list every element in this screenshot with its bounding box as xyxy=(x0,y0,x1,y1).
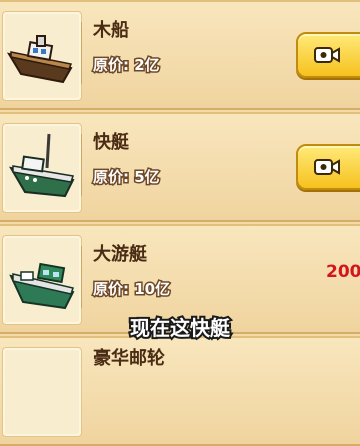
ship-name: 木船 xyxy=(93,20,129,41)
sale-price: 200 xyxy=(326,262,360,282)
ship-original-price: 原价: 5亿 xyxy=(92,166,162,188)
row-divider xyxy=(81,246,82,308)
ship-name: 豪华邮轮 xyxy=(93,348,165,369)
price-label: 原价: xyxy=(92,167,131,188)
watch-video-buy-button[interactable] xyxy=(296,144,360,190)
ship-thumbnail xyxy=(2,347,82,437)
price-value: 2亿 xyxy=(133,55,161,76)
ship-shop-list: 木船 原价: 2亿 快艇 原价: 5亿 大游艇 原价: 10亿 200 豪华邮轮… xyxy=(0,0,360,446)
ship-row-cruise xyxy=(0,336,360,446)
ship-thumbnail xyxy=(2,123,82,213)
video-camera-icon xyxy=(314,47,340,63)
wooden-boat-icon xyxy=(6,35,73,84)
row-divider xyxy=(81,134,82,196)
watch-video-buy-button[interactable] xyxy=(296,32,360,78)
price-value: 5亿 xyxy=(133,167,161,188)
ship-name: 快艇 xyxy=(93,132,129,153)
yacht-icon xyxy=(9,262,75,310)
ship-name: 大游艇 xyxy=(93,244,147,265)
ship-row-wooden-boat: 木船 原价: 2亿 xyxy=(0,0,360,110)
price-value: 10亿 xyxy=(133,279,172,300)
video-caption: 现在这快艇 xyxy=(128,314,232,342)
price-label: 原价: xyxy=(92,279,131,300)
ship-thumbnail xyxy=(2,11,82,101)
video-camera-icon xyxy=(314,159,340,175)
ship-original-price: 原价: 10亿 xyxy=(92,278,172,300)
row-divider xyxy=(81,22,82,84)
price-label: 原价: xyxy=(92,55,131,76)
speedboat-icon xyxy=(9,133,75,198)
ship-row-speedboat: 快艇 原价: 5亿 xyxy=(0,112,360,222)
ship-original-price: 原价: 2亿 xyxy=(92,54,162,76)
